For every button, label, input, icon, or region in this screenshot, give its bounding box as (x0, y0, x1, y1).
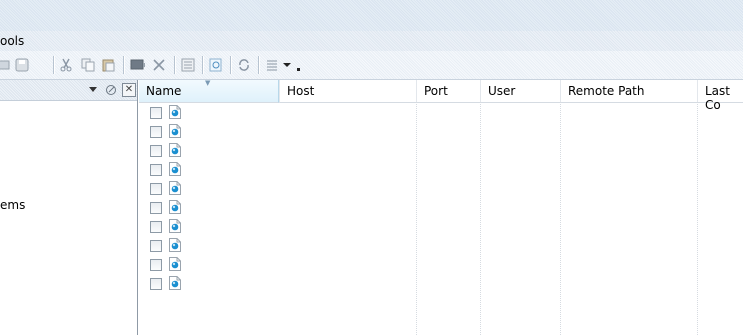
list-item[interactable] (150, 236, 190, 255)
row-checkbox[interactable] (150, 202, 162, 214)
session-document-icon (169, 105, 181, 119)
session-document-icon (169, 276, 181, 290)
terminal-icon[interactable] (130, 57, 146, 73)
chevron-down-icon[interactable] (86, 83, 100, 97)
list-item[interactable] (150, 198, 190, 217)
row-checkbox[interactable] (150, 221, 162, 233)
preview-icon[interactable] (208, 57, 224, 73)
row-checkbox[interactable] (150, 145, 162, 157)
list-item[interactable] (150, 217, 190, 236)
toolbar (0, 51, 743, 80)
left-pane: ✕ ems (0, 80, 138, 335)
row-checkbox[interactable] (150, 164, 162, 176)
session-document-icon (169, 143, 181, 157)
column-header-remote-path[interactable]: Remote Path (560, 80, 698, 103)
save-icon[interactable] (14, 57, 30, 73)
session-document-icon (169, 181, 181, 195)
session-document-icon (169, 219, 181, 233)
session-document-icon (169, 124, 181, 138)
dropdown-arrow-icon[interactable] (282, 57, 292, 73)
session-list: Name ▼ Host Port User Remote Path Last C… (139, 79, 743, 335)
new-session-icon[interactable] (0, 57, 12, 73)
view-icon[interactable] (264, 57, 280, 73)
list-item[interactable] (150, 179, 190, 198)
delete-icon[interactable] (151, 57, 167, 73)
session-document-icon (169, 238, 181, 252)
list-item[interactable] (150, 255, 190, 274)
row-checkbox[interactable] (150, 107, 162, 119)
properties-icon[interactable] (180, 57, 196, 73)
menu-tools[interactable]: ools (0, 34, 24, 48)
list-item[interactable] (150, 122, 190, 141)
copy-icon[interactable] (80, 57, 96, 73)
paste-icon[interactable] (100, 57, 116, 73)
column-header-user[interactable]: User (480, 80, 561, 103)
column-header-port[interactable]: Port (416, 80, 481, 103)
column-header-last-connected[interactable]: Last Co (697, 80, 743, 112)
session-document-icon (169, 257, 181, 271)
row-checkbox[interactable] (150, 259, 162, 271)
list-item[interactable] (150, 103, 190, 122)
row-checkbox[interactable] (150, 278, 162, 290)
column-header-name[interactable]: Name ▼ (139, 79, 279, 103)
close-icon[interactable]: ✕ (122, 83, 136, 97)
title-bar (0, 0, 743, 32)
pin-icon[interactable] (104, 83, 118, 97)
sort-arrow-icon: ▼ (205, 79, 211, 87)
session-document-icon (169, 162, 181, 176)
row-checkbox[interactable] (150, 240, 162, 252)
list-item[interactable] (150, 141, 190, 160)
items-label: ems (0, 198, 26, 212)
column-header-host[interactable]: Host (279, 80, 417, 103)
session-document-icon (169, 200, 181, 214)
row-checkbox[interactable] (150, 183, 162, 195)
list-item[interactable] (150, 274, 190, 293)
refresh-icon[interactable] (236, 57, 252, 73)
row-checkbox[interactable] (150, 126, 162, 138)
list-item[interactable] (150, 160, 190, 179)
menu-bar: ools (0, 31, 743, 51)
left-pane-header: ✕ (0, 80, 137, 101)
cut-icon[interactable] (58, 57, 74, 73)
